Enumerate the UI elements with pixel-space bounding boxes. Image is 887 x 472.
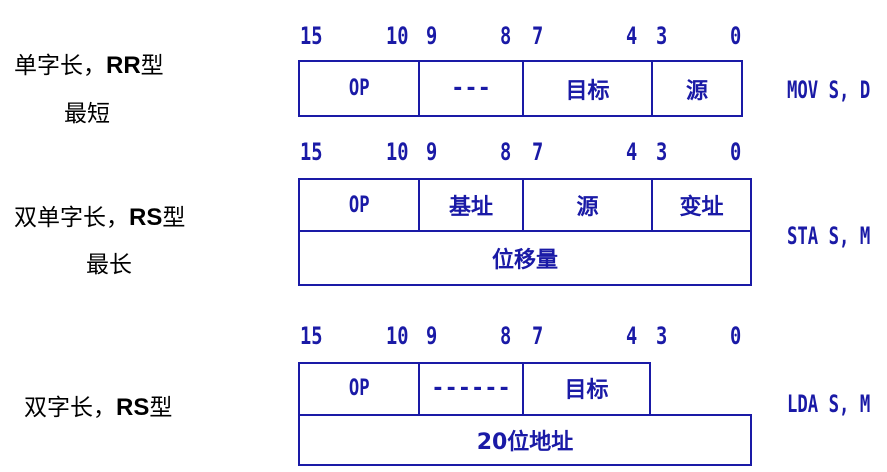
address-field: 20位地址 (476, 430, 574, 455)
format3-label-suffix: 型 (149, 395, 173, 421)
bit-label: 9 (426, 322, 438, 350)
bit-label: 4 (626, 322, 638, 350)
bit-label: 15 (300, 22, 323, 50)
bit-label: 0 (730, 138, 742, 166)
op-field-text: OP (348, 192, 370, 218)
source-field: 源 (522, 180, 651, 230)
bit-label: 9 (426, 22, 438, 50)
format1-word: OP --- 目标 源 (298, 60, 743, 117)
format1-sublabel: 最短 (64, 101, 110, 127)
op-field: OP (300, 62, 418, 115)
target-field: 目标 (522, 362, 651, 414)
bit-label: 3 (656, 22, 668, 50)
bit-label: 9 (426, 138, 438, 166)
format2-label-bold: RS (129, 204, 163, 231)
bit-label: 10 (386, 138, 409, 166)
bit-label: 3 (656, 138, 668, 166)
format2-sublabel: 最长 (86, 252, 132, 278)
format2-word1: OP 基址 源 变址 (298, 178, 752, 232)
op-field-text: OP (348, 76, 370, 101)
index-field: 变址 (651, 180, 750, 230)
source-field: 源 (651, 62, 741, 115)
bit-label: 7 (532, 22, 544, 50)
unused-field-text: --- (451, 76, 491, 101)
bit-label: 15 (300, 138, 323, 166)
base-field: 基址 (418, 180, 522, 230)
displacement-field: 位移量 (491, 248, 558, 273)
op-field-text: OP (348, 375, 370, 401)
format1-label-main: 单字长， (14, 53, 106, 79)
format1-instruction: MOV S, D (787, 76, 871, 104)
format3-instruction: LDA S, M (787, 390, 871, 418)
bit-label: 7 (532, 322, 544, 350)
unused-field: ------ (418, 362, 522, 414)
format3-word2: 20位地址 (298, 414, 752, 466)
format2-instruction: STA S, M (787, 222, 871, 250)
bit-label: 7 (532, 138, 544, 166)
bit-label: 8 (500, 22, 512, 50)
format3-word1: OP ------ 目标 (298, 362, 752, 416)
bit-label: 3 (656, 322, 668, 350)
unused-field-text: ------ (431, 375, 511, 401)
format1-label-suffix: 型 (140, 53, 164, 79)
bit-label: 15 (300, 322, 323, 350)
op-field: OP (300, 362, 418, 414)
format1-label: 单字长，RR型 (14, 46, 164, 80)
bit-label: 0 (730, 22, 742, 50)
bit-label: 8 (500, 138, 512, 166)
format2-label: 双单字长，RS型 (14, 198, 185, 232)
format1-label-bold: RR (106, 52, 141, 79)
format3-label: 双字长，RS型 (24, 388, 172, 422)
bit-label: 4 (626, 22, 638, 50)
format2-label-main: 双单字长， (14, 205, 129, 231)
op-field: OP (300, 180, 418, 230)
bit-label: 10 (386, 322, 409, 350)
bit-label: 8 (500, 322, 512, 350)
target-field: 目标 (522, 62, 651, 115)
bit-label: 0 (730, 322, 742, 350)
bit-label: 10 (386, 22, 409, 50)
format2-word2: 位移量 (298, 230, 752, 286)
format3-label-bold: RS (116, 394, 150, 421)
format3-label-main: 双字长， (24, 395, 116, 421)
bit-label: 4 (626, 138, 638, 166)
format2-label-suffix: 型 (162, 205, 186, 231)
unused-field: --- (418, 62, 522, 115)
